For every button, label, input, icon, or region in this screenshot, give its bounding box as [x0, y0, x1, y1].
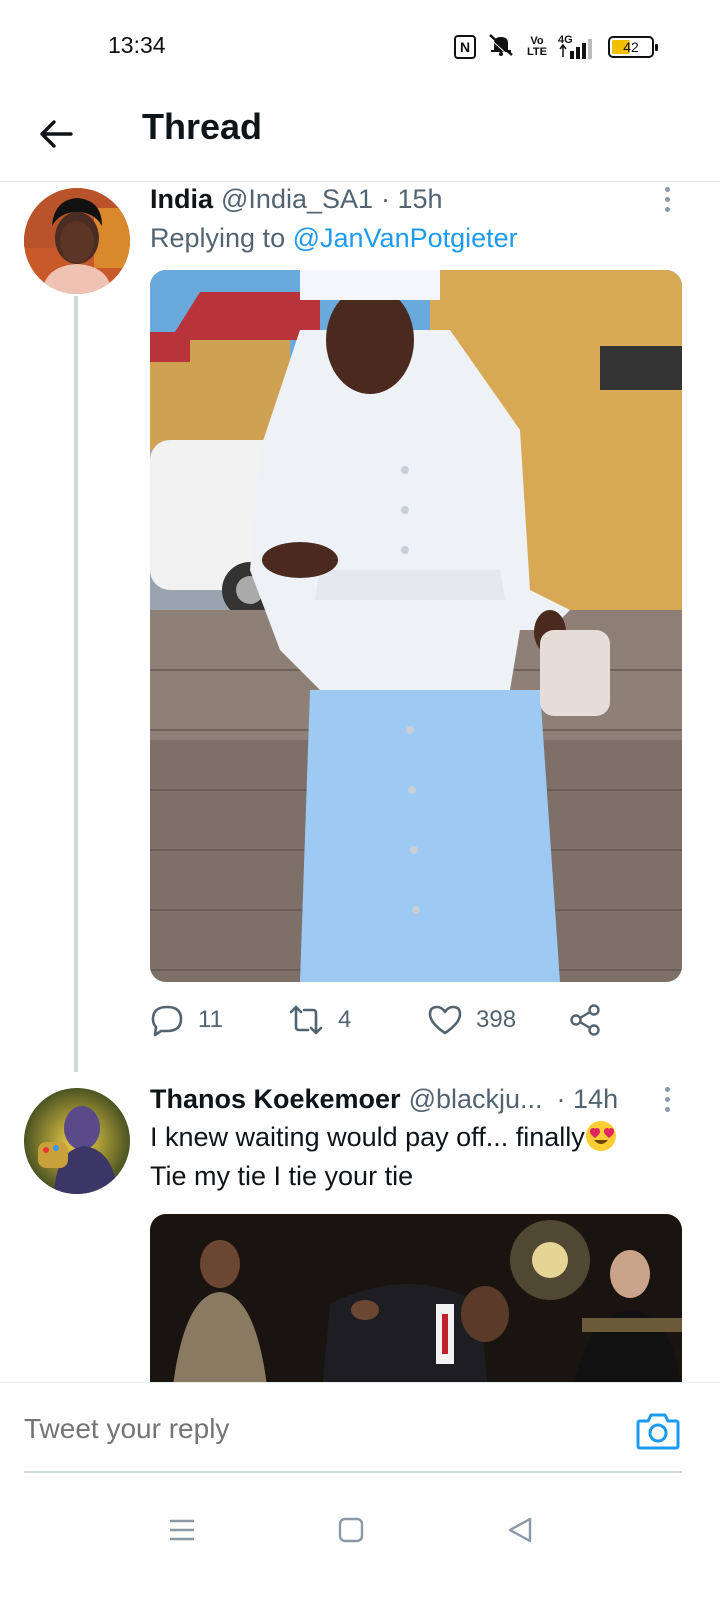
- battery-icon: 42: [608, 35, 658, 58]
- camera-button[interactable]: [636, 1411, 682, 1457]
- system-back-button[interactable]: [500, 1510, 540, 1550]
- avatar[interactable]: [24, 188, 130, 294]
- status-bar: 13:34 N Vo LTE 4G 42: [0, 0, 720, 90]
- tweet-image[interactable]: [150, 1214, 682, 1382]
- avatar[interactable]: [24, 1088, 130, 1194]
- reply-input[interactable]: [24, 1413, 634, 1445]
- user-handle[interactable]: @blackju...: [409, 1082, 543, 1116]
- status-time: 13:34: [108, 32, 166, 58]
- arrow-left-icon: [40, 120, 73, 148]
- tweet-text: I knew waiting would pay off... finally …: [150, 1118, 682, 1196]
- more-options-button[interactable]: [652, 182, 682, 216]
- system-nav-bar: [0, 1484, 720, 1600]
- header: Thread: [0, 90, 720, 182]
- tweet[interactable]: India @India_SA1 · 15h Replying to @JanV…: [0, 182, 720, 1072]
- heart-eyes-emoji: [585, 1121, 616, 1151]
- back-triangle-icon: [508, 1517, 532, 1543]
- retweet-button[interactable]: 4: [288, 1005, 428, 1035]
- reply-count: 11: [198, 1006, 223, 1033]
- heart-icon: [428, 1005, 462, 1035]
- mute-icon: [486, 32, 516, 61]
- home-button[interactable]: [331, 1510, 371, 1550]
- tweet-time: · 14h: [556, 1084, 619, 1114]
- page-title: Thread: [142, 106, 263, 147]
- thread-line: [74, 296, 78, 1072]
- like-count: 398: [476, 1006, 517, 1033]
- user-handle[interactable]: @India_SA1: [221, 182, 373, 216]
- retweet-count: 4: [338, 1006, 352, 1033]
- replying-to: Replying to @JanVanPotgieter: [150, 223, 518, 253]
- like-button[interactable]: 398: [428, 1005, 568, 1035]
- reply-button[interactable]: 11: [150, 1003, 288, 1037]
- tweet-image[interactable]: [150, 270, 682, 982]
- back-button[interactable]: [32, 110, 80, 158]
- volte-icon: Vo LTE: [527, 34, 547, 58]
- 4g-signal-icon: 4G: [558, 34, 598, 59]
- tweet-actions: 11 4 398: [150, 990, 682, 1050]
- user-name[interactable]: India: [150, 182, 213, 216]
- reply-divider: [24, 1471, 682, 1473]
- nfc-icon: N: [454, 34, 476, 59]
- more-options-button[interactable]: [652, 1082, 682, 1116]
- menu-icon: [170, 1519, 194, 1541]
- tweet-header: Thanos Koekemoer @blackju... · 14h: [150, 1082, 682, 1116]
- reply-icon: [151, 1005, 183, 1037]
- user-name[interactable]: Thanos Koekemoer: [150, 1082, 401, 1116]
- share-icon: [570, 1004, 600, 1036]
- tweet[interactable]: Thanos Koekemoer @blackju... · 14h I kne…: [0, 1082, 720, 1382]
- share-button[interactable]: [568, 1003, 602, 1037]
- camera-icon: [636, 1413, 680, 1450]
- more-icon: [664, 1086, 670, 1092]
- tweet-time: · 15h: [381, 184, 443, 214]
- tweet-header: India @India_SA1 · 15h: [150, 182, 682, 216]
- status-icons: N Vo LTE 4G 42: [454, 32, 658, 61]
- home-square-icon: [338, 1517, 364, 1543]
- reply-bar: [0, 1382, 720, 1482]
- retweet-icon: [289, 1005, 323, 1035]
- mention-link[interactable]: @JanVanPotgieter: [293, 223, 518, 253]
- more-icon: [664, 186, 670, 192]
- menu-button[interactable]: [162, 1510, 202, 1550]
